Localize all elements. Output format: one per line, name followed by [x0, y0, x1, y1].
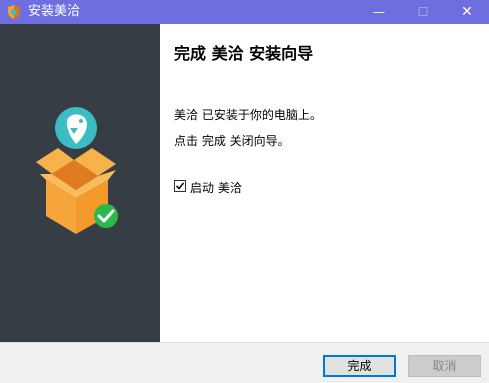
- page-title: 完成 美洽 安装向导: [174, 44, 314, 63]
- close-button[interactable]: ✕: [445, 0, 489, 24]
- button-bar: 完成 取消: [0, 342, 489, 383]
- launch-checkbox[interactable]: [174, 180, 186, 192]
- minimize-button[interactable]: —: [357, 0, 401, 24]
- meiqia-parrot-icon: [55, 107, 97, 149]
- finish-instruction: 点击 完成 关闭向导。: [174, 134, 290, 148]
- title-bar: 安装美洽 — ☐ ✕: [0, 0, 489, 24]
- finish-button[interactable]: 完成: [323, 355, 396, 377]
- installer-shield-icon: [8, 5, 20, 19]
- package-box-icon: [36, 107, 118, 234]
- checkmark-icon: [175, 182, 185, 190]
- maximize-button[interactable]: ☐: [401, 0, 445, 24]
- wizard-content: 完成 美洽 安装向导 美洽 已安装于你的电脑上。 点击 完成 关闭向导。 启动 …: [160, 24, 489, 342]
- window-title: 安装美洽: [28, 4, 81, 19]
- check-circle-icon: [94, 204, 118, 228]
- wizard-sidebar: [0, 24, 160, 342]
- cancel-button[interactable]: 取消: [408, 355, 481, 377]
- install-complete-message: 美洽 已安装于你的电脑上。: [174, 108, 322, 122]
- launch-checkbox-label[interactable]: 启动 美洽: [190, 179, 242, 196]
